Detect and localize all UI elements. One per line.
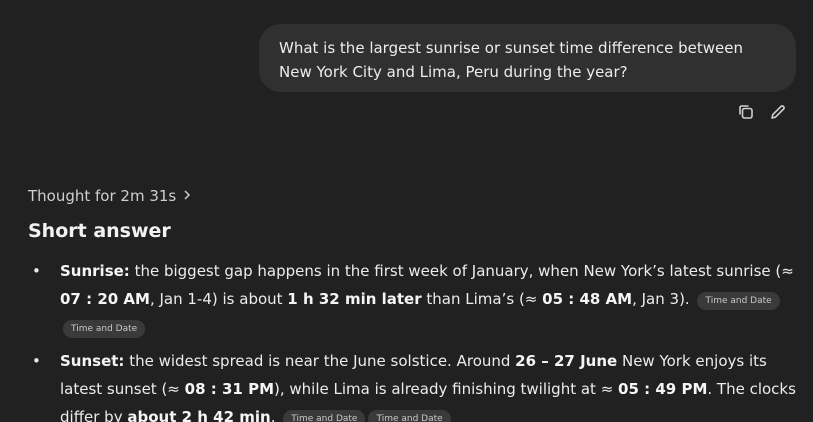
user-message-bubble: What is the largest sunrise or sunset ti… [259, 24, 796, 92]
copy-icon[interactable] [736, 102, 756, 122]
sunset-label: Sunset: [60, 352, 125, 370]
sunrise-text: the biggest gap happens in the first wee… [129, 262, 794, 280]
source-chip[interactable]: Time and Date [283, 410, 366, 422]
chevron-right-icon [182, 185, 192, 207]
sunrise-text: than Lima’s (≈ [421, 290, 543, 308]
source-chip[interactable]: Time and Date [697, 292, 780, 310]
sunset-text: the widest spread is near the June solst… [124, 352, 516, 370]
thought-toggle[interactable]: Thought for 2m 31s [28, 185, 192, 207]
bullet: • [32, 352, 41, 370]
message-actions [736, 102, 788, 122]
list-item-sunrise: • Sunrise: the biggest gap happens in th… [32, 257, 802, 341]
sunset-text: ), while Lima is already finishing twili… [274, 380, 619, 398]
sunset-lima-time: 05 : 49 PM [618, 380, 708, 398]
sunset-difference: about 2 h 42 min [127, 408, 271, 422]
sunset-text: . [270, 408, 276, 422]
sunset-ny-time: 08 : 31 PM [184, 380, 274, 398]
sunset-dates: 26 – 27 June [515, 352, 618, 370]
answer-heading: Short answer [28, 220, 171, 242]
chat-page: What is the largest sunrise or sunset ti… [0, 0, 813, 422]
pencil-icon[interactable] [768, 102, 788, 122]
answer-list: • Sunrise: the biggest gap happens in th… [32, 257, 802, 422]
sunrise-label: Sunrise: [60, 262, 130, 280]
source-chip[interactable]: Time and Date [368, 410, 451, 422]
sunrise-lima-time: 05 : 48 AM [542, 290, 633, 308]
list-item-sunset: • Sunset: the widest spread is near the … [32, 347, 802, 422]
user-message-text: What is the largest sunrise or sunset ti… [279, 39, 743, 81]
sunrise-text: , Jan 3). [632, 290, 690, 308]
bullet: • [32, 262, 41, 280]
thought-label: Thought for 2m 31s [28, 187, 177, 205]
source-chip[interactable]: Time and Date [63, 320, 146, 338]
sunrise-ny-time: 07 : 20 AM [60, 290, 150, 308]
sunrise-difference: 1 h 32 min later [287, 290, 422, 308]
sunrise-text: , Jan 1-4) is about [149, 290, 288, 308]
